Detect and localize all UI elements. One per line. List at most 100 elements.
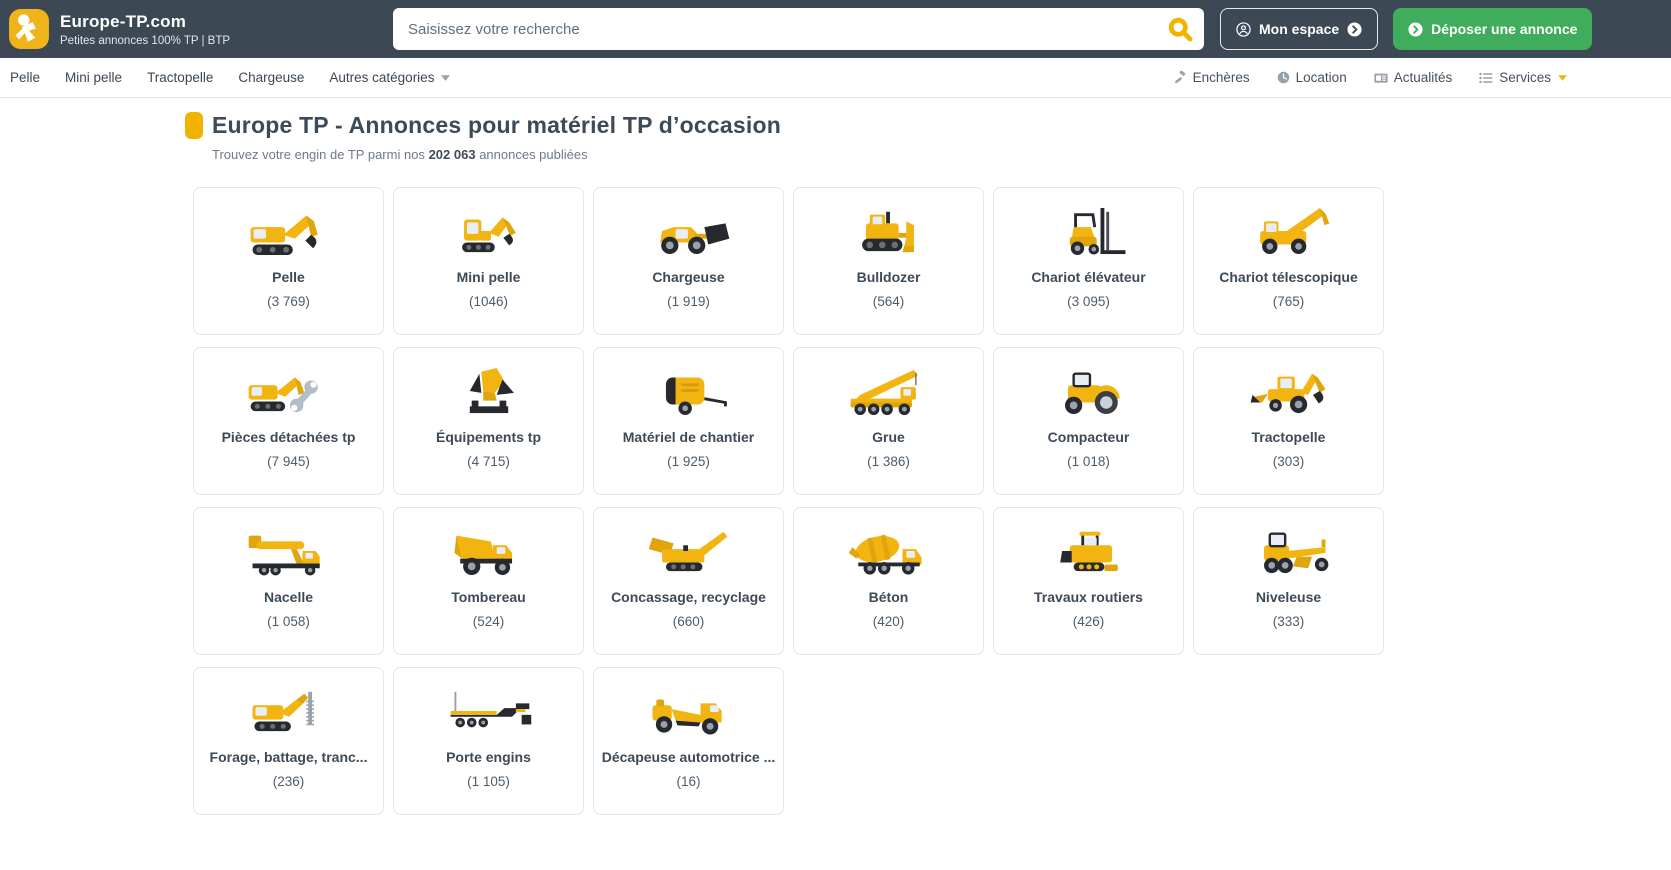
nav-item-label: Mini pelle bbox=[65, 70, 122, 85]
search-button[interactable] bbox=[1164, 15, 1196, 43]
category-card-beton[interactable]: Béton (420) bbox=[793, 507, 984, 655]
category-card-materiel-de-chantier[interactable]: Matériel de chantier (1 925) bbox=[593, 347, 784, 495]
category-count: (426) bbox=[1073, 614, 1105, 629]
category-count: (564) bbox=[873, 294, 905, 309]
trailer-icon bbox=[441, 681, 537, 741]
category-label: Mini pelle bbox=[451, 269, 527, 286]
nav-item-label: Location bbox=[1296, 70, 1347, 85]
category-label: Nacelle bbox=[258, 589, 319, 606]
category-label: Matériel de chantier bbox=[617, 429, 761, 446]
category-count: (16) bbox=[676, 774, 700, 789]
site-logo[interactable] bbox=[8, 8, 50, 50]
gavel-icon bbox=[1174, 71, 1187, 84]
category-card-pelle[interactable]: Pelle (3 769) bbox=[193, 187, 384, 335]
page-subtitle: Trouvez votre engin de TP parmi nos 202 … bbox=[212, 147, 1671, 162]
ads-count: 202 063 bbox=[429, 147, 476, 162]
category-card-chariot-telescopique[interactable]: Chariot télescopique (765) bbox=[1193, 187, 1384, 335]
category-card-travaux-routiers[interactable]: Travaux routiers (426) bbox=[993, 507, 1184, 655]
category-count: (236) bbox=[273, 774, 305, 789]
category-card-chargeuse[interactable]: Chargeuse (1 919) bbox=[593, 187, 784, 335]
category-count: (1 058) bbox=[267, 614, 310, 629]
grader-icon bbox=[1241, 521, 1337, 581]
category-card-porte-engins[interactable]: Porte engins (1 105) bbox=[393, 667, 584, 815]
category-count: (7 945) bbox=[267, 454, 310, 469]
nav-item-pelle[interactable]: Pelle bbox=[10, 70, 40, 85]
category-count: (303) bbox=[1273, 454, 1305, 469]
category-card-compacteur[interactable]: Compacteur (1 018) bbox=[993, 347, 1184, 495]
nav-item-label: Enchères bbox=[1193, 70, 1250, 85]
subtitle-prefix: Trouvez votre engin de TP parmi nos bbox=[212, 147, 425, 162]
chevron-down-icon bbox=[441, 75, 450, 81]
category-label: Béton bbox=[863, 589, 915, 606]
wheel-loader-icon bbox=[641, 201, 737, 261]
brand-title: Europe-TP.com bbox=[60, 12, 382, 32]
nav-item-chargeuse[interactable]: Chargeuse bbox=[238, 70, 304, 85]
category-card-grue[interactable]: Grue (1 386) bbox=[793, 347, 984, 495]
category-card-bulldozer[interactable]: Bulldozer (564) bbox=[793, 187, 984, 335]
category-card-mini-pelle[interactable]: Mini pelle (1046) bbox=[393, 187, 584, 335]
nav-item-services[interactable]: Services bbox=[1479, 70, 1567, 85]
nav-item-autres-categories[interactable]: Autres catégories bbox=[329, 70, 450, 85]
category-card-equipements-tp[interactable]: Équipements tp (4 715) bbox=[393, 347, 584, 495]
category-label: Tombereau bbox=[445, 589, 531, 606]
category-label: Forage, battage, tranc... bbox=[204, 749, 374, 766]
post-ad-label: Déposer une annonce bbox=[1431, 21, 1577, 37]
category-count: (333) bbox=[1273, 614, 1305, 629]
top-header: Europe-TP.com Petites annonces 100% TP |… bbox=[0, 0, 1671, 58]
nav-item-encheres[interactable]: Enchères bbox=[1174, 70, 1250, 85]
category-label: Équipements tp bbox=[430, 429, 547, 446]
brand-subtitle: Petites annonces 100% TP | BTP bbox=[60, 35, 382, 47]
nav-item-mini-pelle[interactable]: Mini pelle bbox=[65, 70, 122, 85]
category-card-nacelle[interactable]: Nacelle (1 058) bbox=[193, 507, 384, 655]
aerial-platform-icon bbox=[241, 521, 337, 581]
telehandler-icon bbox=[1241, 201, 1337, 261]
category-count: (765) bbox=[1273, 294, 1305, 309]
mixer-truck-icon bbox=[841, 521, 937, 581]
category-label: Chariot élévateur bbox=[1025, 269, 1151, 286]
category-label: Compacteur bbox=[1042, 429, 1136, 446]
subtitle-suffix: annonces publiées bbox=[479, 147, 587, 162]
nav-item-label: Pelle bbox=[10, 70, 40, 85]
category-count: (660) bbox=[673, 614, 705, 629]
forklift-icon bbox=[1041, 201, 1137, 261]
category-label: Chariot télescopique bbox=[1213, 269, 1363, 286]
search-input[interactable] bbox=[393, 8, 1204, 50]
dump-truck-icon bbox=[441, 521, 537, 581]
post-ad-button[interactable]: Déposer une annonce bbox=[1393, 8, 1592, 50]
drill-icon bbox=[241, 681, 337, 741]
category-card-tractopelle[interactable]: Tractopelle (303) bbox=[1193, 347, 1384, 495]
crusher-icon bbox=[641, 521, 737, 581]
category-card-chariot-elevateur[interactable]: Chariot élévateur (3 095) bbox=[993, 187, 1184, 335]
category-card-forage-battage-tranc[interactable]: Forage, battage, tranc... (236) bbox=[193, 667, 384, 815]
paver-icon bbox=[1041, 521, 1137, 581]
category-label: Tractopelle bbox=[1246, 429, 1332, 446]
arrow-right-circle-icon bbox=[1347, 22, 1362, 37]
category-label: Grue bbox=[866, 429, 911, 446]
nav-item-tractopelle[interactable]: Tractopelle bbox=[147, 70, 213, 85]
category-card-tombereau[interactable]: Tombereau (524) bbox=[393, 507, 584, 655]
nav-item-actualites[interactable]: Actualités bbox=[1374, 70, 1453, 85]
category-count: (420) bbox=[873, 614, 905, 629]
category-card-pieces-detachees-tp[interactable]: Pièces détachées tp (7 945) bbox=[193, 347, 384, 495]
nav-item-label: Chargeuse bbox=[238, 70, 304, 85]
category-label: Pièces détachées tp bbox=[216, 429, 362, 446]
backhoe-icon bbox=[1241, 361, 1337, 421]
category-card-niveleuse[interactable]: Niveleuse (333) bbox=[1193, 507, 1384, 655]
category-label: Bulldozer bbox=[851, 269, 927, 286]
category-card-decapeuse-automotrice[interactable]: Décapeuse automotrice ... (16) bbox=[593, 667, 784, 815]
category-card-concassage-recyclage[interactable]: Concassage, recyclage (660) bbox=[593, 507, 784, 655]
nav-item-label: Services bbox=[1499, 70, 1551, 85]
category-count: (1 386) bbox=[867, 454, 910, 469]
newspaper-icon bbox=[1374, 71, 1388, 85]
attachment-icon bbox=[441, 361, 537, 421]
user-circle-icon bbox=[1236, 22, 1251, 37]
title-badge-icon bbox=[185, 112, 203, 139]
category-label: Travaux routiers bbox=[1028, 589, 1149, 606]
nav-item-label: Actualités bbox=[1394, 70, 1453, 85]
roller-icon bbox=[1041, 361, 1137, 421]
nav-item-location[interactable]: Location bbox=[1277, 70, 1347, 85]
compressor-icon bbox=[641, 361, 737, 421]
mini-excavator-icon bbox=[441, 201, 537, 261]
my-account-button[interactable]: Mon espace bbox=[1220, 8, 1378, 50]
category-label: Concassage, recyclage bbox=[605, 589, 772, 606]
